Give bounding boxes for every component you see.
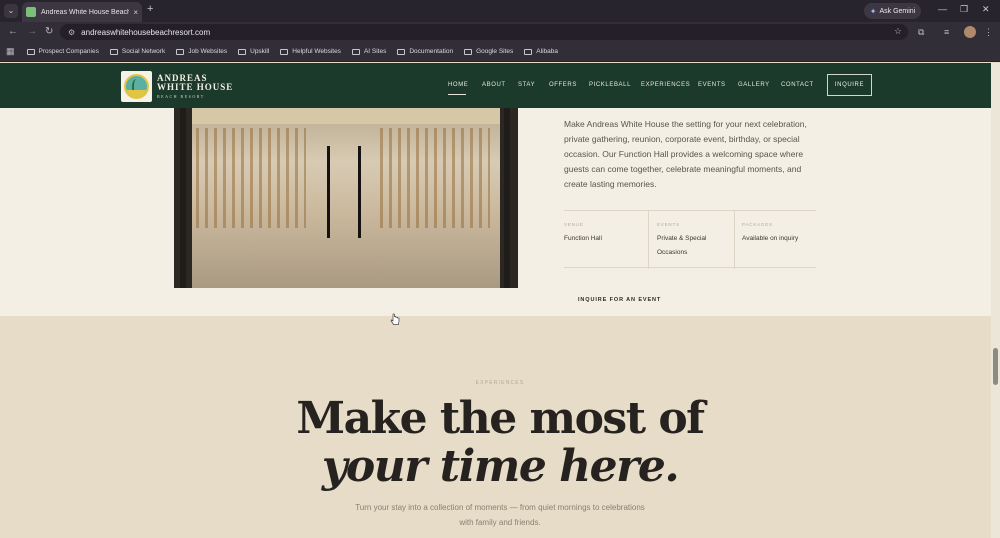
- bookmark-label: Upskill: [250, 48, 270, 55]
- experiences-heading-line1: Make the most of: [296, 393, 705, 444]
- experiences-section: EXPERIENCES Make the most of your time h…: [0, 316, 1000, 538]
- inquire-button[interactable]: INQUIRE: [827, 74, 872, 96]
- ask-gemini-label: Ask Gemini: [879, 7, 916, 15]
- tab-title: Andreas White House Beach R...: [41, 8, 130, 16]
- bookmark-folder[interactable]: Upskill: [238, 48, 269, 55]
- folder-icon: [238, 48, 247, 55]
- new-tab-button[interactable]: +: [147, 3, 153, 15]
- site-info-icon[interactable]: ⚙: [68, 28, 75, 37]
- page-scrollbar[interactable]: [991, 63, 1000, 538]
- bookmark-label: Social Network: [121, 48, 166, 55]
- folder-icon: [26, 48, 35, 55]
- nav-stay[interactable]: STAY: [518, 82, 535, 88]
- media-icon[interactable]: ≡: [944, 27, 949, 37]
- info-value: Function Hall: [564, 235, 602, 242]
- bookmark-folder[interactable]: Alibaba: [524, 48, 558, 55]
- function-hall-description: Make Andreas White House the setting for…: [564, 119, 807, 189]
- experiences-eyebrow: EXPERIENCES: [475, 380, 525, 386]
- bookmark-folder[interactable]: Job Websites: [176, 48, 227, 55]
- nav-home[interactable]: HOME: [448, 82, 468, 88]
- bookmarks-bar: ▦ Prospect Companies Social Network Job …: [0, 42, 1000, 62]
- nav-events[interactable]: EVENTS: [698, 82, 726, 88]
- bookmark-label: Documentation: [409, 48, 454, 55]
- forward-icon[interactable]: →: [27, 26, 37, 37]
- browser-menu-icon[interactable]: ⋮: [984, 27, 993, 38]
- folder-icon: [464, 48, 473, 55]
- experiences-subtitle: Turn your stay into a collection of mome…: [355, 503, 645, 527]
- info-packages: PACKAGES Available on inquiry: [742, 211, 816, 269]
- bookmark-label: AI Sites: [363, 48, 387, 55]
- minimize-icon[interactable]: —: [938, 4, 947, 14]
- info-venue: VENUE Function Hall: [564, 211, 648, 269]
- extensions-icon[interactable]: ⧉: [918, 27, 924, 38]
- bookmark-label: Helpful Websites: [292, 48, 341, 55]
- ask-gemini-button[interactable]: ✦ Ask Gemini: [864, 3, 921, 19]
- bookmark-label: Alibaba: [536, 48, 558, 55]
- info-label: VENUE: [564, 222, 584, 227]
- hand-cursor-icon: [390, 313, 400, 325]
- bookmark-label: Google Sites: [476, 48, 514, 55]
- apps-grid-icon[interactable]: ▦: [6, 46, 15, 57]
- info-value: Private & Special Occasions: [657, 235, 707, 256]
- bookmark-star-icon[interactable]: ☆: [894, 26, 902, 37]
- omnibox[interactable]: ⚙ andreaswhitehousebeachresort.com ☆: [60, 24, 908, 40]
- gemini-icon: ✦: [869, 6, 877, 16]
- browser-tab[interactable]: Andreas White House Beach R... ×: [22, 2, 142, 22]
- function-hall-photo: [174, 108, 518, 288]
- info-value: Available on inquiry: [742, 235, 799, 242]
- tab-close-icon[interactable]: ×: [133, 8, 138, 17]
- folder-icon: [351, 48, 360, 55]
- folder-icon: [176, 48, 185, 55]
- nav-experiences[interactable]: EXPERIENCES: [641, 82, 690, 88]
- browser-tab-bar: ⌄ Andreas White House Beach R... × + ✦ A…: [0, 0, 1000, 22]
- nav-active-underline: [448, 94, 466, 95]
- back-icon[interactable]: ←: [8, 26, 18, 37]
- bookmark-folder[interactable]: Google Sites: [464, 48, 513, 55]
- reload-icon[interactable]: ↻: [45, 26, 53, 37]
- event-info-grid: VENUE Function Hall EVENTS Private & Spe…: [564, 210, 816, 269]
- restore-icon[interactable]: ❐: [960, 4, 968, 15]
- bookmark-folder[interactable]: Helpful Websites: [280, 48, 341, 55]
- bookmark-folder[interactable]: Social Network: [109, 48, 166, 55]
- site-favicon-icon: [26, 7, 36, 17]
- folder-icon: [280, 48, 289, 55]
- tab-search-icon[interactable]: ⌄: [4, 4, 18, 18]
- bookmark-folder[interactable]: Prospect Companies: [26, 48, 99, 55]
- info-label: PACKAGES: [742, 222, 773, 227]
- bookmark-folder[interactable]: Documentation: [397, 48, 453, 55]
- close-window-icon[interactable]: ✕: [982, 4, 990, 15]
- function-hall-section: Make Andreas White House the setting for…: [0, 108, 1000, 316]
- brand-line-3: BEACH RESORT: [157, 94, 205, 99]
- nav-pickleball[interactable]: PICKLEBALL: [589, 82, 631, 88]
- bookmark-folder[interactable]: AI Sites: [351, 48, 387, 55]
- scrollbar-thumb[interactable]: [993, 348, 998, 385]
- address-bar-row: ← → ↻ ⚙ andreaswhitehousebeachresort.com…: [0, 22, 1000, 42]
- nav-gallery[interactable]: GALLERY: [738, 82, 770, 88]
- folder-icon: [397, 48, 406, 55]
- info-events: EVENTS Private & Special Occasions: [657, 211, 735, 269]
- bookmark-label: Prospect Companies: [38, 48, 99, 55]
- info-label: EVENTS: [657, 222, 680, 227]
- profile-avatar[interactable]: [964, 26, 976, 38]
- url-text[interactable]: andreaswhitehousebeachresort.com: [81, 28, 210, 37]
- bookmark-label: Job Websites: [188, 48, 228, 55]
- nav-offers[interactable]: OFFERS: [549, 82, 577, 88]
- inquire-event-link[interactable]: INQUIRE FOR AN EVENT: [578, 297, 661, 303]
- nav-contact[interactable]: CONTACT: [781, 82, 814, 88]
- experiences-heading-line2: your time here.: [321, 441, 680, 492]
- folder-icon: [524, 48, 533, 55]
- nav-about[interactable]: ABOUT: [482, 82, 506, 88]
- folder-icon: [109, 48, 118, 55]
